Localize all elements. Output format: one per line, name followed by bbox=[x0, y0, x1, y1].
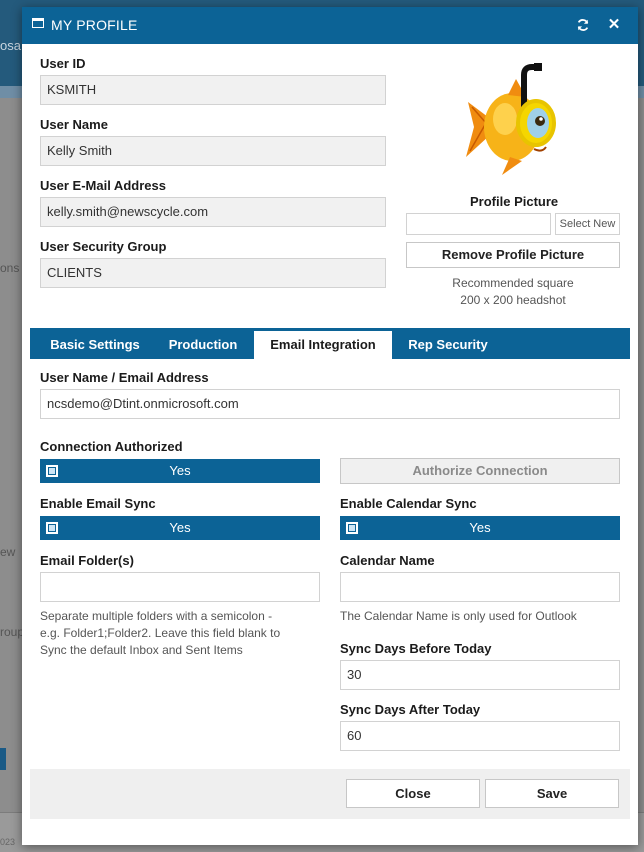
connection-authorized-toggle[interactable]: Yes bbox=[40, 459, 320, 483]
save-button[interactable]: Save bbox=[485, 779, 619, 808]
user-name-label: User Name bbox=[40, 117, 108, 132]
background-year: 023 bbox=[0, 837, 16, 847]
enable-calendar-sync-toggle[interactable]: Yes bbox=[340, 516, 620, 540]
email-folders-label: Email Folder(s) bbox=[40, 553, 134, 568]
sync-days-before-field[interactable]: 30 bbox=[340, 660, 620, 690]
toggle-value: Yes bbox=[469, 520, 491, 535]
tab-basic-settings[interactable]: Basic Settings bbox=[43, 328, 147, 359]
email-label: User E-Mail Address bbox=[40, 178, 166, 193]
calendar-name-field[interactable] bbox=[340, 572, 620, 602]
authorize-connection-button[interactable]: Authorize Connection bbox=[340, 458, 620, 484]
enable-calendar-sync-label: Enable Calendar Sync bbox=[340, 496, 477, 511]
profile-picture-filename[interactable] bbox=[406, 213, 551, 235]
security-group-label: User Security Group bbox=[40, 239, 167, 254]
tab-production[interactable]: Production bbox=[158, 328, 248, 359]
email-field[interactable]: kelly.smith@newscycle.com bbox=[40, 197, 386, 227]
remove-profile-picture-button[interactable]: Remove Profile Picture bbox=[406, 242, 620, 268]
email-folders-note-line: Separate multiple folders with a semicol… bbox=[40, 609, 273, 623]
background-nav-text: osa bbox=[0, 38, 21, 53]
sync-days-after-label: Sync Days After Today bbox=[340, 702, 481, 717]
refresh-icon[interactable] bbox=[574, 16, 592, 34]
settings-tabbar: Basic Settings Production Email Integrat… bbox=[30, 328, 630, 359]
user-id-label: User ID bbox=[40, 56, 86, 71]
email-folders-note-line: Sync the default Inbox and Sent Items bbox=[40, 643, 243, 657]
dialog-title: MY PROFILE bbox=[51, 17, 138, 33]
email-folders-note-line: e.g. Folder1;Folder2. Leave this field b… bbox=[40, 626, 281, 640]
profile-picture-image bbox=[450, 57, 570, 187]
background-text: ew bbox=[0, 545, 16, 559]
tab-email-integration[interactable]: Email Integration bbox=[254, 331, 392, 359]
picture-recommendation-note: Recommended square 200 x 200 headshot bbox=[406, 275, 620, 309]
background-text: roup bbox=[0, 625, 25, 639]
email-folders-note: Separate multiple folders with a semicol… bbox=[40, 608, 320, 659]
toggle-value: Yes bbox=[169, 520, 191, 535]
picture-recommendation-line: 200 x 200 headshot bbox=[460, 293, 566, 307]
calendar-name-note: The Calendar Name is only used for Outlo… bbox=[340, 609, 577, 623]
enable-email-sync-label: Enable Email Sync bbox=[40, 496, 156, 511]
background-tile bbox=[0, 748, 6, 770]
email-username-field[interactable]: ncsdemo@Dtint.onmicrosoft.com bbox=[40, 389, 620, 419]
window-icon bbox=[32, 18, 44, 28]
email-folders-field[interactable] bbox=[40, 572, 320, 602]
user-name-field[interactable]: Kelly Smith bbox=[40, 136, 386, 166]
background-text: ons bbox=[0, 261, 20, 275]
sync-days-before-label: Sync Days Before Today bbox=[340, 641, 492, 656]
profile-picture-label: Profile Picture bbox=[470, 194, 559, 209]
user-id-field[interactable]: KSMITH bbox=[40, 75, 386, 105]
close-button[interactable]: Close bbox=[346, 779, 480, 808]
enable-email-sync-toggle[interactable]: Yes bbox=[40, 516, 320, 540]
dialog-titlebar: MY PROFILE ✕ bbox=[22, 7, 638, 44]
sync-days-after-field[interactable]: 60 bbox=[340, 721, 620, 751]
my-profile-dialog: MY PROFILE ✕ User ID KSMITH User Name Ke… bbox=[22, 7, 638, 845]
select-new-button[interactable]: Select New bbox=[555, 213, 620, 235]
tab-rep-security[interactable]: Rep Security bbox=[400, 328, 496, 359]
dialog-footer: Close Save bbox=[30, 769, 630, 819]
close-icon[interactable]: ✕ bbox=[605, 16, 623, 34]
picture-recommendation-line: Recommended square bbox=[452, 276, 574, 290]
connection-authorized-label: Connection Authorized bbox=[40, 439, 183, 454]
toggle-value: Yes bbox=[169, 463, 191, 478]
email-username-label: User Name / Email Address bbox=[40, 370, 209, 385]
calendar-name-label: Calendar Name bbox=[340, 553, 435, 568]
security-group-field[interactable]: CLIENTS bbox=[40, 258, 386, 288]
